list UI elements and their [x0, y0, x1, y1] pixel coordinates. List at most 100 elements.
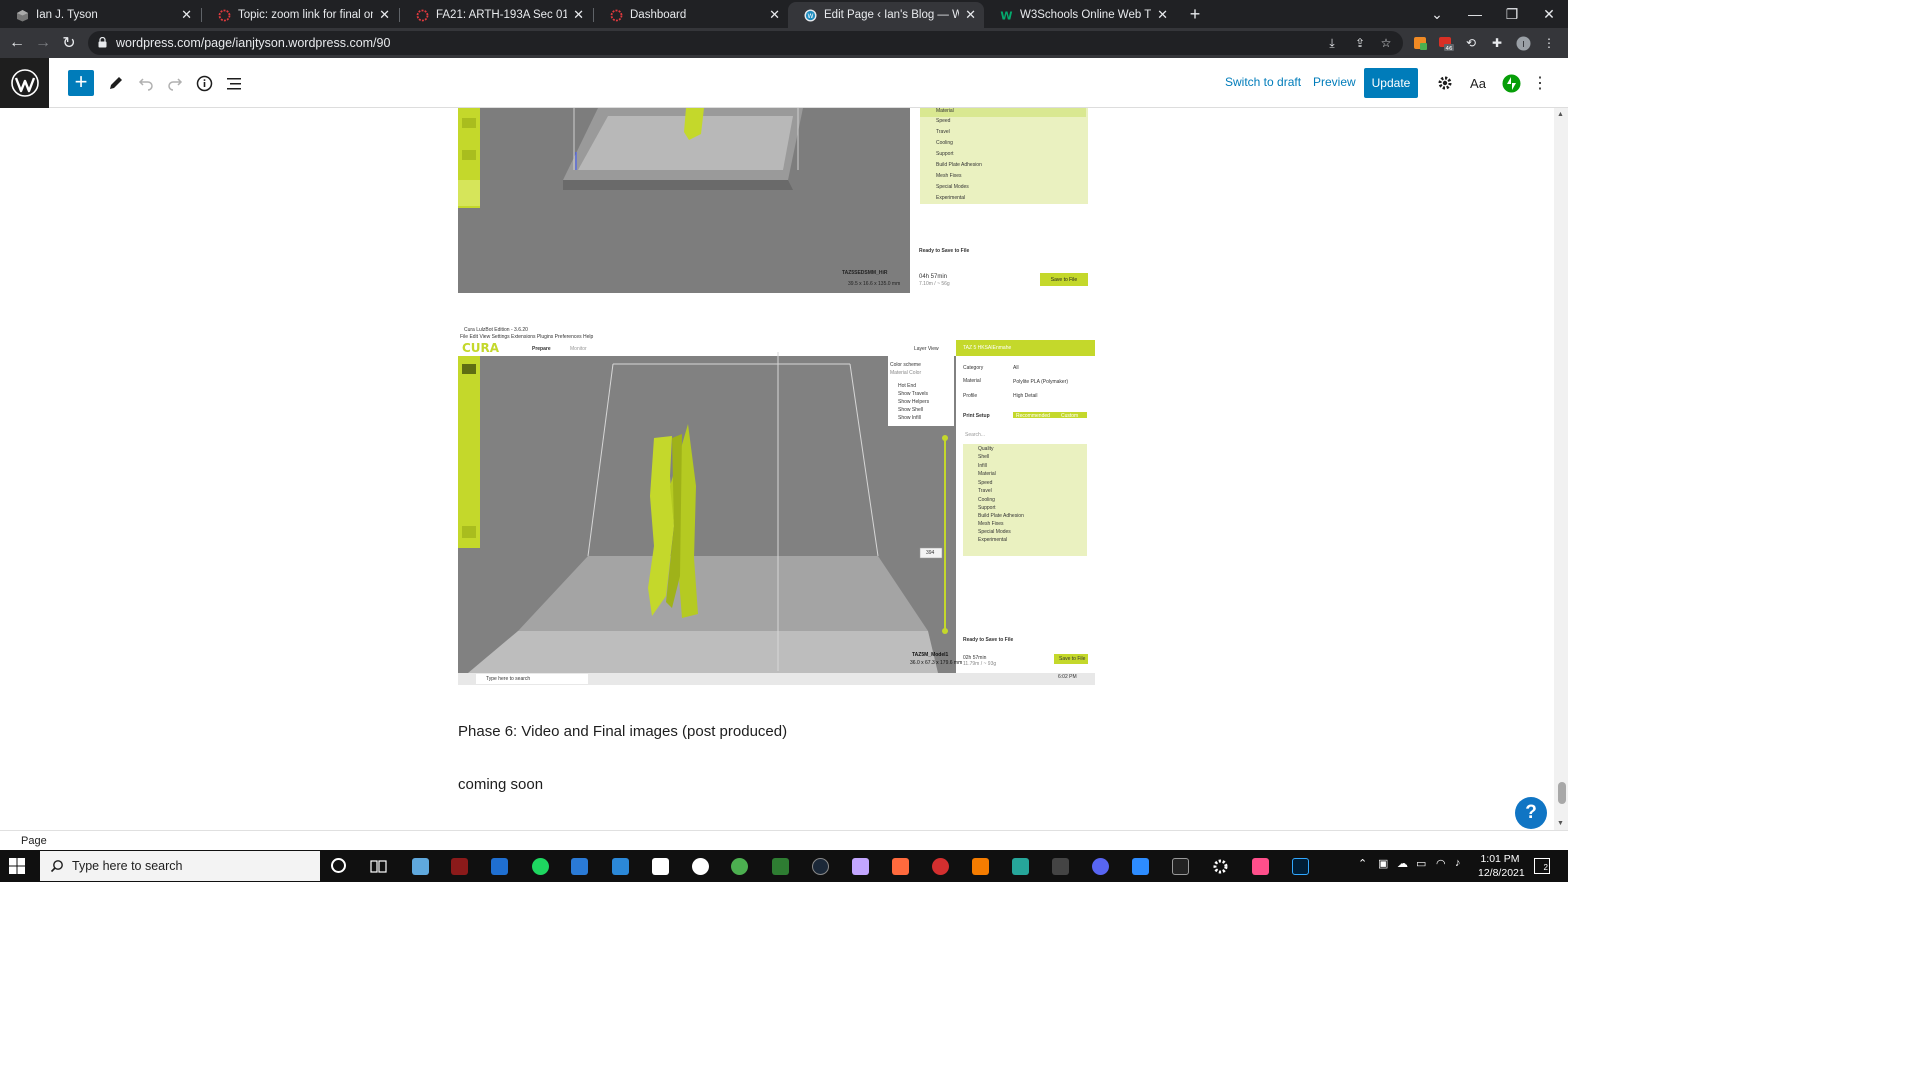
show-hidden-icons-chevron[interactable]: ⌃ [1358, 857, 1367, 870]
bookmark-star-icon[interactable]: ☆ [1378, 35, 1394, 51]
tab-search-chevron-icon[interactable]: ⌄ [1418, 0, 1456, 28]
file-explorer-app-icon[interactable] [412, 858, 429, 875]
photoshop-icon[interactable] [1292, 858, 1309, 875]
canvas-icon [218, 9, 231, 21]
close-icon[interactable]: ✕ [1157, 7, 1168, 23]
creative-cloud-icon[interactable] [892, 858, 909, 875]
add-block-button[interactable]: + [68, 70, 94, 96]
scrollbar-thumb[interactable] [1558, 782, 1566, 804]
scroll-down-icon[interactable]: ▼ [1557, 820, 1564, 827]
zoom-icon[interactable] [1132, 858, 1149, 875]
reload-icon[interactable]: ↻ [58, 33, 80, 53]
list-view-icon[interactable] [222, 71, 246, 95]
close-icon[interactable]: ✕ [965, 7, 976, 23]
itunes-icon[interactable] [652, 858, 669, 875]
share-icon[interactable]: ⇪ [1352, 35, 1368, 51]
preview-button[interactable]: Preview [1313, 75, 1356, 89]
chrome-icon[interactable] [731, 858, 748, 875]
tab-ian-tyson[interactable]: Ian J. Tyson ✕ [0, 2, 200, 28]
close-icon[interactable]: ✕ [769, 7, 780, 23]
tab-zoom-topic[interactable]: Topic: zoom link for final on 12/9 ✕ [202, 2, 398, 28]
close-icon[interactable]: ✕ [379, 7, 390, 23]
cura-screenshot-bottom[interactable]: Cura LulzBot Edition - 3.6.20 File Edit … [458, 326, 1095, 685]
onedrive-icon[interactable]: ☁ [1397, 857, 1408, 870]
forward-arrow-icon[interactable]: → [32, 33, 54, 53]
back-app-icon[interactable] [1052, 858, 1069, 875]
redo-icon[interactable] [163, 71, 187, 95]
red-app-icon[interactable] [451, 858, 468, 875]
install-icon[interactable]: ⤓ [1324, 35, 1340, 51]
windows-start-icon[interactable] [8, 857, 26, 875]
puzzle-extensions-icon[interactable]: ✚ [1489, 35, 1505, 51]
task-view-icon[interactable] [370, 858, 387, 875]
cura-layer-option: Show Travels [898, 391, 929, 397]
taskbar-clock[interactable]: 1:01 PM 12/8/2021 [1478, 852, 1525, 880]
extension-mail-icon[interactable]: 46 [1438, 35, 1454, 51]
cura-color-scheme-value: Material Color [890, 370, 922, 376]
epic-games-icon[interactable] [1172, 858, 1189, 875]
info-icon[interactable] [192, 71, 216, 95]
tab-dashboard[interactable]: Dashboard ✕ [594, 2, 788, 28]
switch-to-draft-button[interactable]: Switch to draft [1225, 75, 1301, 89]
editor-scrollbar[interactable]: ▲ ▼ [1554, 108, 1568, 830]
m-app-icon[interactable] [1012, 858, 1029, 875]
help-button[interactable]: ? [1515, 797, 1547, 829]
settings-gear-taskbar-icon[interactable] [1212, 858, 1229, 875]
close-icon[interactable]: ✕ [181, 7, 192, 23]
pencil-tools-icon[interactable] [104, 71, 128, 95]
typography-styles-button[interactable]: Aa [1466, 71, 1490, 95]
tab-w3schools[interactable]: W W3Schools Online Web Tutorials ✕ [984, 2, 1176, 28]
steam-icon[interactable] [812, 858, 829, 875]
kebab-menu-icon[interactable]: ⋮ [1541, 35, 1557, 51]
discord-icon[interactable] [1092, 858, 1109, 875]
paragraph-coming-soon[interactable]: coming soon [458, 776, 543, 793]
tab-arth-193a[interactable]: FA21: ARTH-193A Sec 01 - World ✕ [400, 2, 592, 28]
cura-inner-taskbar-clock: 6:02 PM [1058, 674, 1077, 680]
spotify-icon[interactable] [532, 858, 549, 875]
creative-app-icon[interactable] [1252, 858, 1269, 875]
cura-tab-monitor: Monitor [570, 346, 587, 352]
notification-center-icon[interactable]: 2 [1534, 858, 1550, 874]
settings-gear-icon[interactable] [1433, 71, 1457, 95]
battery-icon[interactable]: ▭ [1416, 857, 1426, 870]
wifi-icon[interactable]: ◠ [1436, 857, 1446, 870]
history-icon[interactable]: ⟲ [1463, 35, 1479, 51]
cura-category-label: Category [963, 365, 984, 371]
volume-icon[interactable]: ♪ [1455, 857, 1461, 869]
profile-avatar-icon[interactable]: I [1515, 35, 1531, 51]
new-tab-icon[interactable]: + [1177, 0, 1213, 28]
store-app-icon[interactable] [491, 858, 508, 875]
cortana-icon[interactable] [331, 858, 346, 873]
paragraph-phase-6[interactable]: Phase 6: Video and Final images (post pr… [458, 723, 787, 740]
cura-top-model-dims: 39.5 x 16.6 x 135.0 mm [848, 281, 901, 287]
blender-icon[interactable] [972, 858, 989, 875]
close-icon[interactable]: ✕ [573, 7, 584, 23]
undo-icon[interactable] [134, 71, 158, 95]
scroll-up-icon[interactable]: ▲ [1557, 111, 1564, 118]
jetpack-icon[interactable] [1499, 71, 1523, 95]
extension-orange-icon[interactable] [1412, 35, 1428, 51]
tray-device-icon[interactable]: ▣ [1378, 857, 1388, 870]
mail-app-icon[interactable] [571, 858, 588, 875]
restore-icon[interactable]: ❐ [1493, 0, 1531, 28]
cura-top-menu-item: Cooling [936, 140, 953, 146]
paint-app-icon[interactable] [852, 858, 869, 875]
cura-setup-custom: Custom [1061, 413, 1079, 419]
window-close-icon[interactable]: ✕ [1530, 0, 1568, 28]
taskbar-search-input[interactable]: Type here to search [40, 851, 320, 881]
cura-screenshot-top[interactable]: Material Speed Travel Cooling Support Bu… [458, 108, 1095, 293]
red-circle-app-icon[interactable] [932, 858, 949, 875]
breadcrumb-page[interactable]: Page [21, 835, 47, 847]
minecraft-icon[interactable] [772, 858, 789, 875]
back-arrow-icon[interactable]: ← [6, 33, 28, 53]
cura-material-value: Polylite PLA (Polymaker) [1013, 379, 1069, 385]
calculator-icon[interactable] [612, 858, 629, 875]
wordpress-logo-icon[interactable] [0, 58, 49, 108]
omnibox[interactable]: wordpress.com/page/ianjtyson.wordpress.c… [88, 31, 1403, 55]
cura-profile-label: Profile [963, 393, 978, 399]
update-button[interactable]: Update [1364, 68, 1418, 98]
wp-app-icon[interactable] [692, 858, 709, 875]
tab-edit-page[interactable]: W Edit Page ‹ Ian's Blog — WordPress ✕ [788, 2, 984, 28]
options-kebab-icon[interactable]: ⋮ [1528, 71, 1552, 95]
minimize-icon[interactable]: — [1456, 0, 1494, 28]
